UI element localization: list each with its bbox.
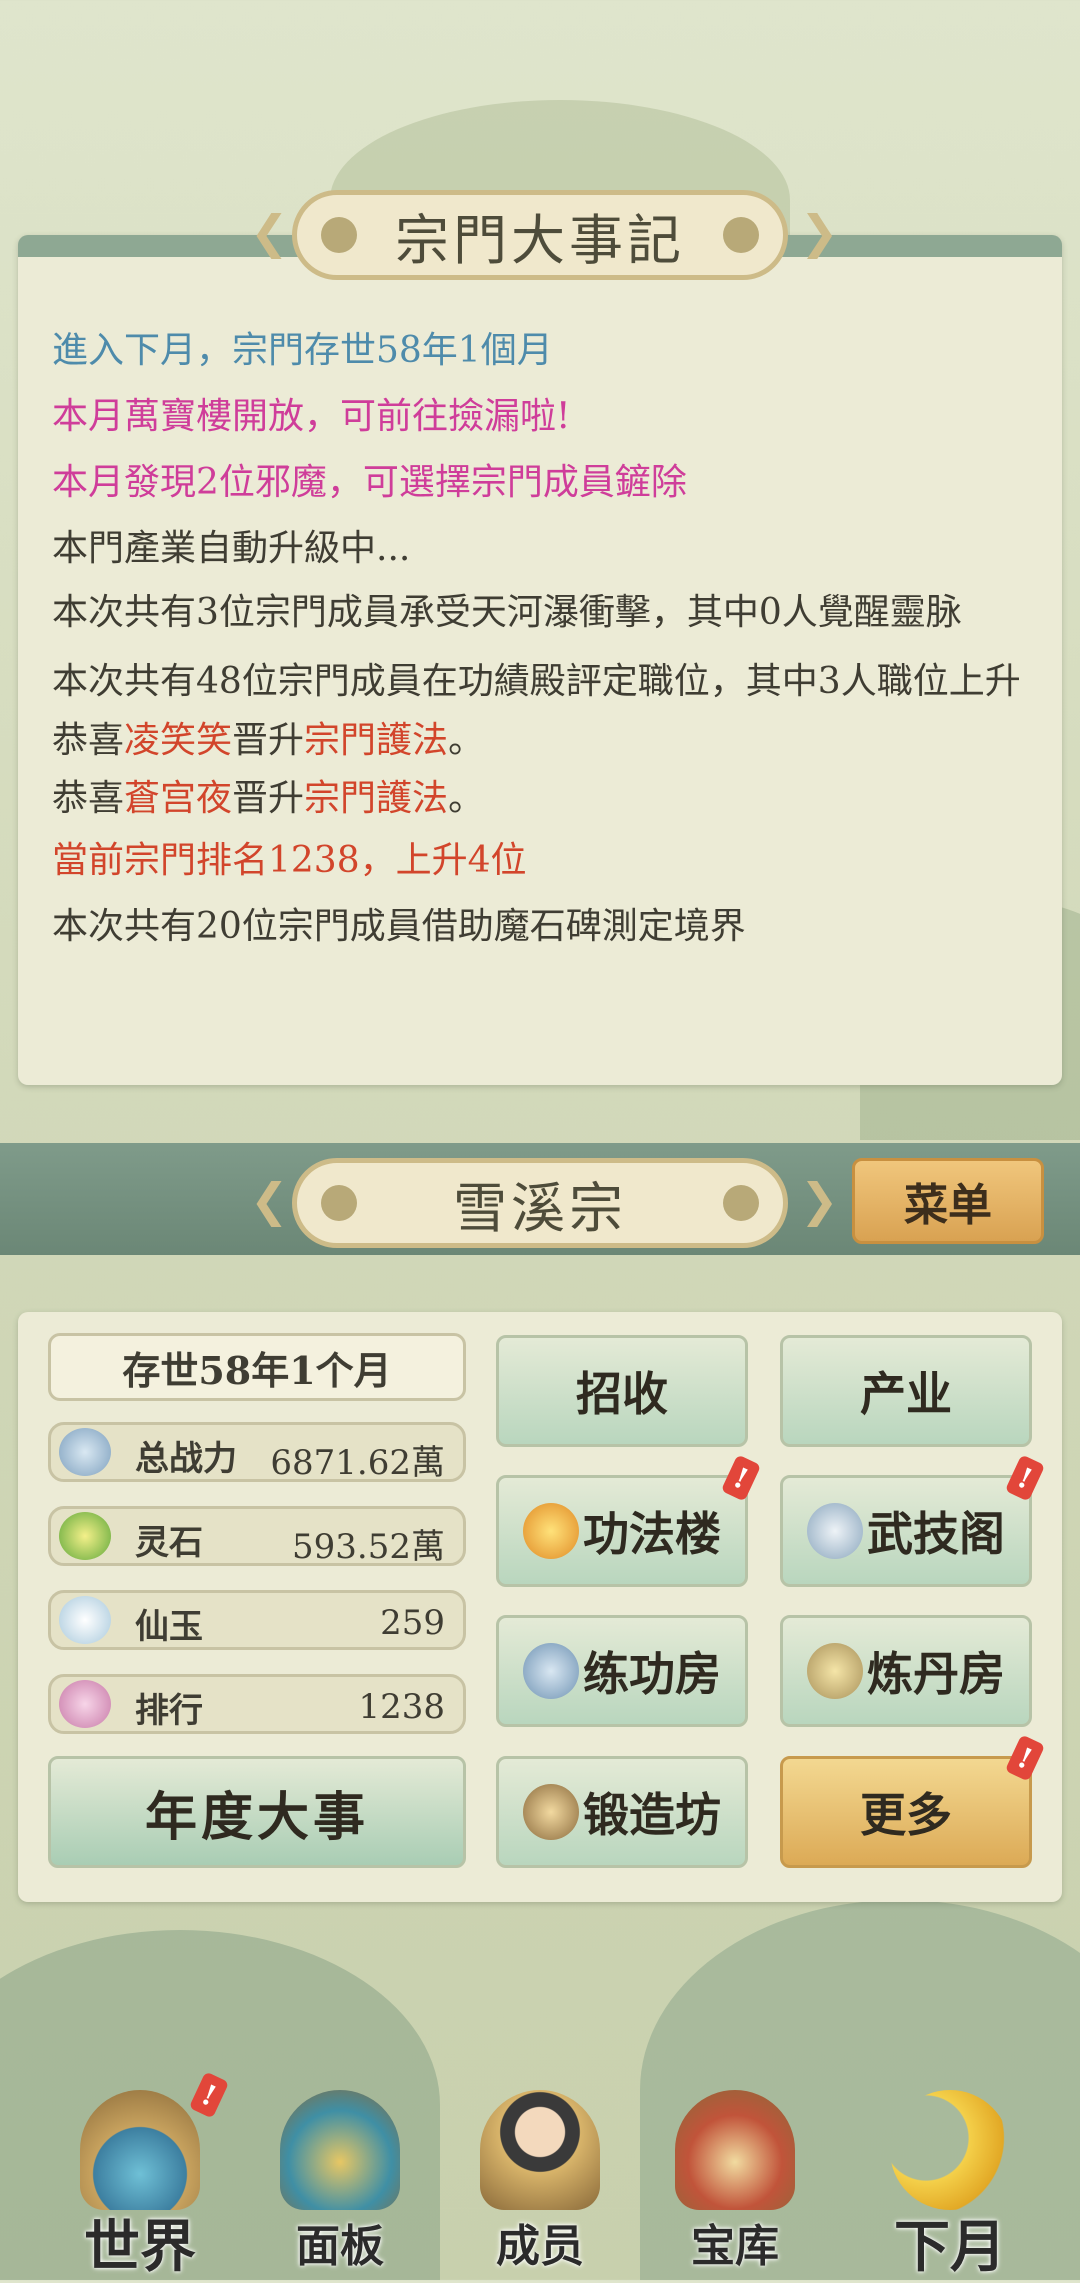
event-line: 本次共有48位宗門成員在功績殿評定職位，其中3人職位上升 <box>52 661 1021 702</box>
event-line: 進入下月，宗門存世58年1個月 <box>52 330 553 371</box>
ornament-icon <box>723 217 759 253</box>
industry-button[interactable]: 产业 <box>780 1335 1032 1447</box>
jade-orb-icon <box>59 1596 111 1644</box>
ornament-icon <box>723 1185 759 1221</box>
event-text: 晋升 <box>232 720 305 761</box>
annual-events-button[interactable]: 年度大事 <box>48 1756 466 1868</box>
event-text: 恭喜 <box>52 720 125 761</box>
stat-label: 灵石 <box>135 1523 203 1563</box>
member-name: 蒼宫夜 <box>124 778 233 819</box>
more-button[interactable]: 更多 <box>780 1756 1032 1868</box>
menu-button[interactable]: 菜单 <box>852 1158 1044 1244</box>
chevron-left-icon[interactable]: ❮ <box>250 1173 289 1227</box>
event-text: 晋升 <box>232 778 305 819</box>
lotus-icon <box>59 1680 111 1728</box>
stat-jade[interactable]: 仙玉 259 <box>48 1590 466 1650</box>
event-line: 本次共有3位宗門成員承受天河瀑衝擊，其中0人覺醒靈脉 <box>52 592 962 633</box>
nav-label: 成员 <box>496 2221 584 2272</box>
forge-button[interactable]: 锻造坊 <box>496 1756 748 1868</box>
spirit-stone-icon <box>59 1512 111 1560</box>
event-text: 。 <box>448 720 485 761</box>
button-label: 功法楼 <box>583 1507 721 1561</box>
events-title: 宗門大事記 <box>395 208 685 272</box>
sect-name: 雪溪宗 <box>453 1176 627 1240</box>
button-label: 炼丹房 <box>867 1647 1005 1701</box>
training-room-button[interactable]: 练功房 <box>496 1615 748 1727</box>
event-text: 。 <box>448 778 485 819</box>
nav-next-month[interactable]: 下月 <box>860 2080 1040 2280</box>
technique-pavilion-button[interactable]: 功法楼 <box>496 1475 748 1587</box>
nav-label: 宝库 <box>691 2221 779 2272</box>
event-line: 本次共有20位宗門成員借助魔石碑測定境界 <box>52 906 746 947</box>
palace-icon <box>280 2090 400 2210</box>
sword-icon <box>59 1428 111 1476</box>
stat-value: 259 <box>380 1603 445 1643</box>
chevron-right-icon[interactable]: ❯ <box>800 205 839 259</box>
nav-members[interactable]: 成员 <box>450 2080 630 2280</box>
event-text: 恭喜 <box>52 778 125 819</box>
martial-pavilion-button[interactable]: 武技阁 <box>780 1475 1032 1587</box>
event-line: 本門產業自動升級中... <box>52 528 411 569</box>
disciple-portrait-icon <box>480 2090 600 2210</box>
stat-value: 6871.62萬 <box>270 1443 445 1483</box>
button-label: 更多 <box>860 1788 952 1842</box>
member-name: 凌笑笑 <box>124 720 233 761</box>
nav-panel[interactable]: 面板 <box>250 2080 430 2280</box>
stat-power[interactable]: 总战力 6871.62萬 <box>48 1422 466 1483</box>
stat-label: 仙玉 <box>135 1607 203 1647</box>
event-line-promotion: 恭喜蒼宫夜晋升宗門護法。 <box>52 770 1022 828</box>
stat-label: 总战力 <box>135 1439 237 1479</box>
stat-rank[interactable]: 排行 1238 <box>48 1674 466 1734</box>
button-label: 锻造坊 <box>583 1788 721 1842</box>
rank-title: 宗門護法 <box>304 778 449 819</box>
button-label: 练功房 <box>583 1647 721 1701</box>
event-line: 本月發現2位邪魔，可選擇宗門成員鏟除 <box>52 462 687 503</box>
blade-icon <box>807 1503 863 1559</box>
sect-name-ribbon: 雪溪宗 <box>292 1158 788 1248</box>
nav-label: 面板 <box>296 2221 384 2272</box>
events-title-ribbon: 宗門大事記 <box>292 190 788 280</box>
nav-label: 下月 <box>894 2214 1006 2280</box>
button-label: 产业 <box>860 1367 952 1421</box>
existence-duration: 存世58年1个月 <box>48 1333 466 1401</box>
stat-spirit-stone[interactable]: 灵石 593.52萬 <box>48 1506 466 1567</box>
stat-value: 1238 <box>358 1687 445 1727</box>
nav-label: 世界 <box>84 2214 196 2280</box>
spear-icon <box>523 1643 579 1699</box>
flame-icon <box>523 1503 579 1559</box>
nav-treasury[interactable]: 宝库 <box>645 2080 825 2280</box>
recruit-button[interactable]: 招收 <box>496 1335 748 1447</box>
crescent-moon-icon <box>890 2090 1010 2210</box>
stat-label: 排行 <box>135 1691 203 1731</box>
world-temple-icon <box>80 2090 200 2210</box>
event-line: 本月萬寶樓開放，可前往撿漏啦! <box>52 396 571 437</box>
chevron-right-icon[interactable]: ❯ <box>800 1173 839 1227</box>
ornament-icon <box>321 217 357 253</box>
ornament-icon <box>321 1185 357 1221</box>
alchemy-room-button[interactable]: 炼丹房 <box>780 1615 1032 1727</box>
event-log: 進入下月，宗門存世58年1個月 本月萬寶樓開放，可前往撿漏啦! 本月發現2位邪魔… <box>52 318 1022 960</box>
event-line-promotion: 恭喜凌笑笑晋升宗門護法。 <box>52 712 1022 770</box>
button-label: 武技阁 <box>867 1507 1005 1561</box>
event-line: 當前宗門排名1238，上升4位 <box>52 840 527 881</box>
button-label: 招收 <box>576 1367 668 1421</box>
treasure-hall-icon <box>675 2090 795 2210</box>
stat-value: 593.52萬 <box>292 1527 445 1567</box>
chevron-left-icon[interactable]: ❮ <box>250 205 289 259</box>
rank-title: 宗門護法 <box>304 720 449 761</box>
cauldron-icon <box>807 1643 863 1699</box>
anvil-icon <box>523 1784 579 1840</box>
